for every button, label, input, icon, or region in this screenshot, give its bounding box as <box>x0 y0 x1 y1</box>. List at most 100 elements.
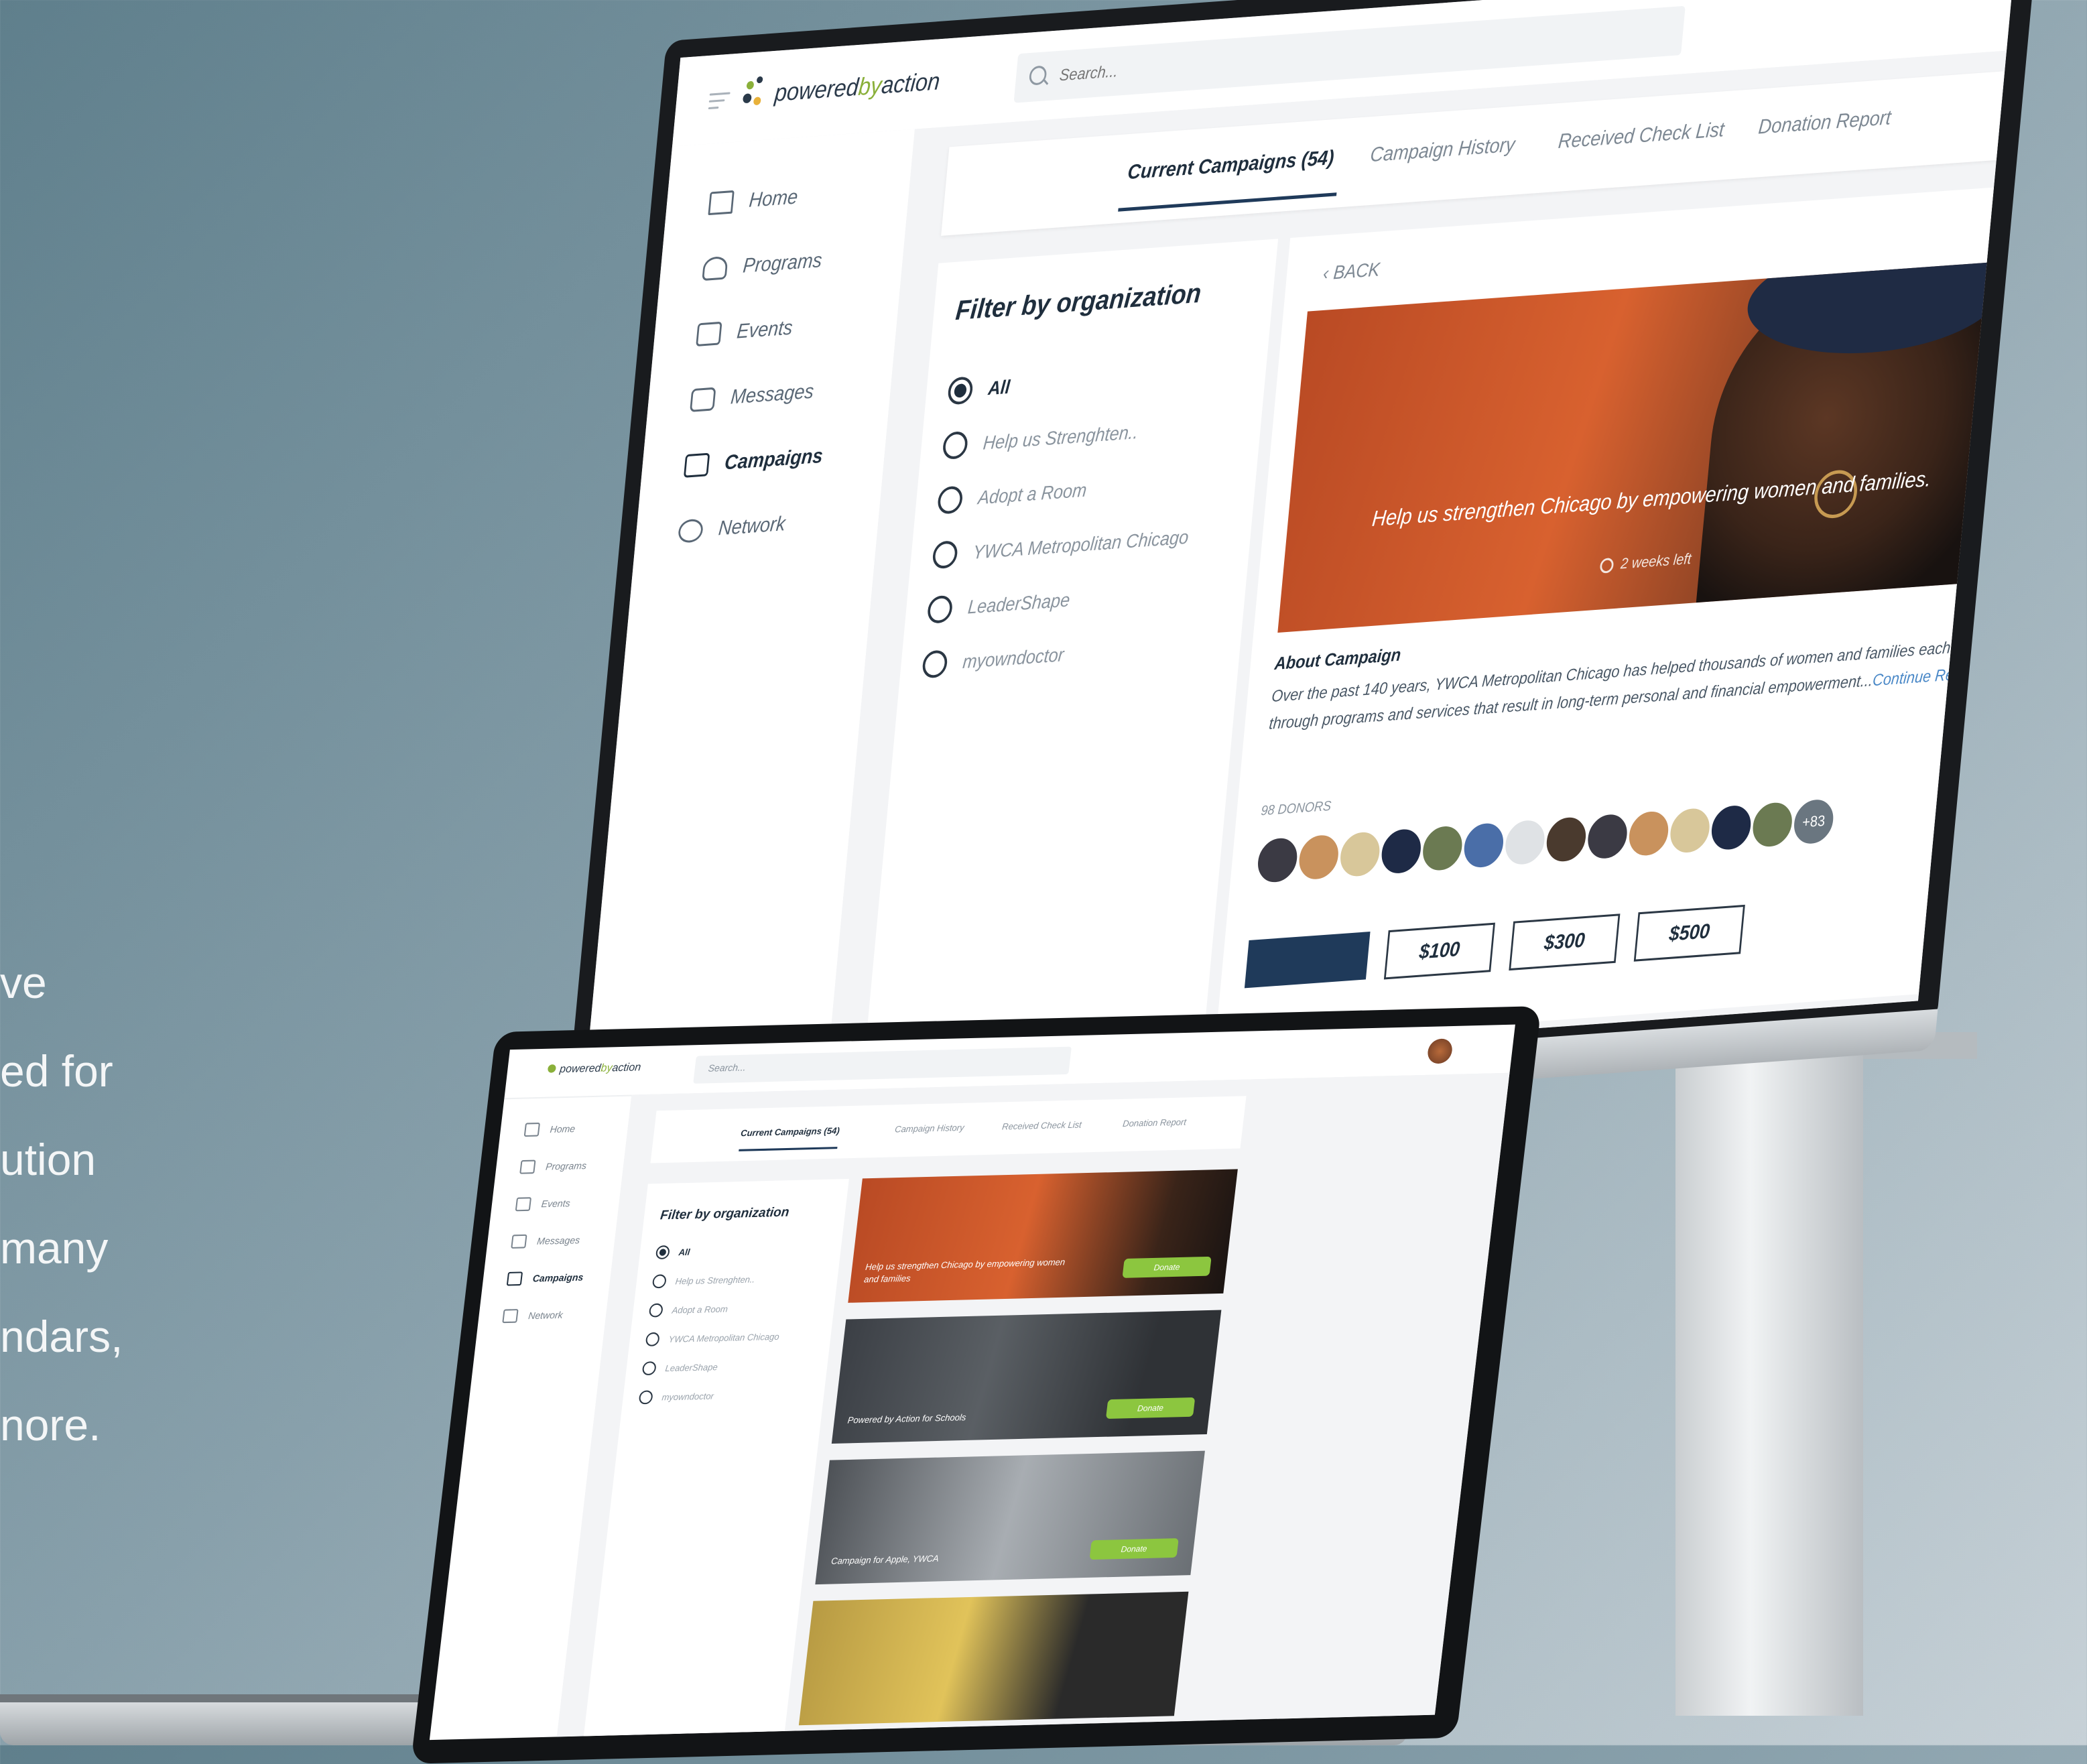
marketing-line: ve <box>0 958 47 1007</box>
campaign-card[interactable]: Powered by Action for Schools Donate <box>831 1310 1222 1444</box>
sidebar-item-label: Programs <box>545 1159 588 1172</box>
monitor: poweredbyaction Home Programs Events Mes… <box>562 0 2037 1162</box>
avatar[interactable] <box>1501 816 1549 868</box>
marketing-line: many <box>0 1223 109 1273</box>
filter-option-label: myowndoctor <box>962 643 1065 673</box>
filter-option-ywca[interactable]: YWCA Metropolitan Chicago <box>645 1329 780 1346</box>
brand-logo[interactable]: poweredbyaction <box>742 64 942 113</box>
laptop-screen: poweredbyaction Search... Home Programs … <box>429 1024 1515 1741</box>
radio-icon <box>638 1390 653 1405</box>
filter-option-label: LeaderShape <box>664 1361 718 1373</box>
home-icon <box>523 1122 541 1137</box>
filter-option-ywca[interactable]: YWCA Metropolitan Chicago <box>932 523 1190 570</box>
sidebar-item-label: Events <box>735 316 794 343</box>
campaign-card[interactable]: Help us strengthen Chicago by empowering… <box>848 1169 1238 1303</box>
avatar[interactable] <box>1336 828 1384 880</box>
campaign-detail: ‹ BACK Help us strengthen Chicago by emp… <box>1215 187 2015 1045</box>
custom-amount-button[interactable] <box>1244 932 1371 989</box>
campaign-card-partial[interactable] <box>798 1591 1189 1726</box>
avatar[interactable] <box>1377 826 1425 877</box>
sidebar-item-programs[interactable]: Programs <box>494 1146 625 1186</box>
filter-option-myowndoctor[interactable]: myowndoctor <box>638 1389 714 1405</box>
sidebar-item-label: Network <box>717 512 787 540</box>
tab-received-check-list[interactable]: Received Check List <box>1001 1119 1082 1131</box>
filter-option-leadershape[interactable]: LeaderShape <box>641 1360 718 1376</box>
filter-title: Filter by organization <box>659 1205 790 1223</box>
avatar[interactable] <box>1460 820 1507 871</box>
continue-reading-link[interactable]: Continue Reading <box>1872 663 1990 690</box>
campaign-card-title: Campaign for Apple, YWCA <box>830 1553 940 1566</box>
amount-100-button[interactable]: $100 <box>1383 922 1495 980</box>
home-icon <box>708 190 735 216</box>
filter-option-label: Help us Strenghten.. <box>982 421 1139 454</box>
sidebar-item-events[interactable]: Events <box>490 1183 621 1223</box>
filter-option-help-us[interactable]: Help us Strenghten.. <box>942 419 1139 460</box>
avatar[interactable] <box>1708 802 1755 853</box>
donation-amounts: $100 $300 $500 <box>1244 903 1763 990</box>
sidebar-item-network[interactable]: Network <box>477 1295 608 1335</box>
donate-button[interactable]: Donate <box>1089 1538 1179 1560</box>
laptop-search-box[interactable]: Search... <box>693 1046 1072 1084</box>
sidebar-item-home[interactable]: Home <box>499 1109 630 1149</box>
radio-icon <box>641 1361 657 1376</box>
logo-mark-icon <box>742 76 772 113</box>
avatar[interactable] <box>1295 832 1342 883</box>
laptop-tabs: Current Campaigns (54) Campaign History … <box>650 1096 1247 1163</box>
campaign-card-list: Help us strengthen Chicago by empowering… <box>797 1169 1251 1740</box>
tab-campaign-history[interactable]: Campaign History <box>894 1123 964 1135</box>
filter-panel: Filter by organization All Help us Stren… <box>863 239 1279 1070</box>
avatar[interactable] <box>1584 811 1631 863</box>
tab-campaign-history[interactable]: Campaign History <box>1369 133 1516 167</box>
filter-option-all[interactable]: All <box>946 373 1011 405</box>
filter-option-label: YWCA Metropolitan Chicago <box>972 526 1190 563</box>
avatar[interactable] <box>1666 805 1714 857</box>
sidebar-item-label: Programs <box>742 249 823 277</box>
main-content: Current Campaigns (54) Campaign History … <box>826 50 2015 1080</box>
filter-title: Filter by organization <box>954 278 1203 326</box>
laptop-brand-logo[interactable]: poweredbyaction <box>547 1062 641 1076</box>
filter-option-label: Adopt a Room <box>671 1303 729 1316</box>
filter-option-label: Adopt a Room <box>976 479 1088 509</box>
sidebar-item-messages[interactable]: Messages <box>485 1220 617 1261</box>
network-icon <box>677 518 704 544</box>
avatar[interactable] <box>1426 1038 1454 1064</box>
amount-500-button[interactable]: $500 <box>1633 904 1745 962</box>
radio-icon <box>655 1245 671 1260</box>
donate-button[interactable]: Donate <box>1105 1397 1196 1420</box>
chat-icon <box>511 1234 527 1249</box>
avatar[interactable] <box>1749 799 1796 850</box>
donate-button[interactable]: Donate <box>1122 1256 1212 1278</box>
avatar[interactable] <box>1625 808 1673 859</box>
avatar[interactable] <box>1419 822 1466 874</box>
marketing-line: ed for <box>0 1046 113 1096</box>
campaign-card[interactable]: Campaign for Apple, YWCA Donate <box>815 1450 1205 1585</box>
back-button[interactable]: ‹ BACK <box>1322 259 1381 285</box>
filter-option-adopt-a-room[interactable]: Adopt a Room <box>936 477 1088 515</box>
filter-option-help-us[interactable]: Help us Strenghten.. <box>651 1272 756 1289</box>
radio-icon <box>936 485 964 515</box>
filter-option-label: myowndoctor <box>661 1390 714 1403</box>
avatar[interactable] <box>1542 814 1590 865</box>
menu-icon[interactable] <box>708 92 731 110</box>
filter-option-leadershape[interactable]: LeaderShape <box>926 586 1072 624</box>
filter-option-adopt-a-room[interactable]: Adopt a Room <box>648 1302 729 1318</box>
radio-icon <box>651 1274 668 1289</box>
tab-current-campaigns[interactable]: Current Campaigns (54) <box>1127 147 1335 185</box>
sidebar-item-campaigns[interactable]: Campaigns <box>481 1258 613 1298</box>
amount-300-button[interactable]: $300 <box>1509 914 1621 971</box>
radio-icon <box>645 1332 660 1346</box>
tab-current-campaigns[interactable]: Current Campaigns (54) <box>739 1125 840 1151</box>
filter-option-all[interactable]: All <box>655 1245 691 1260</box>
time-left-label: 2 weeks left <box>1620 550 1692 572</box>
avatar[interactable] <box>1254 834 1302 886</box>
tab-received-check-list[interactable]: Received Check List <box>1557 119 1726 153</box>
more-donors-badge[interactable]: +83 <box>1790 796 1838 847</box>
filter-option-myowndoctor[interactable]: myowndoctor <box>921 641 1065 679</box>
sidebar-item-label: Events <box>540 1197 571 1210</box>
filter-option-label: All <box>987 376 1011 399</box>
tab-donation-report[interactable]: Donation Report <box>1757 107 1892 139</box>
sidebar-item-label: Home <box>549 1123 576 1135</box>
search-input[interactable] <box>1056 21 1608 92</box>
tab-donation-report[interactable]: Donation Report <box>1122 1117 1186 1129</box>
laptop-main: Current Campaigns (54) Campaign History … <box>556 1072 1510 1740</box>
